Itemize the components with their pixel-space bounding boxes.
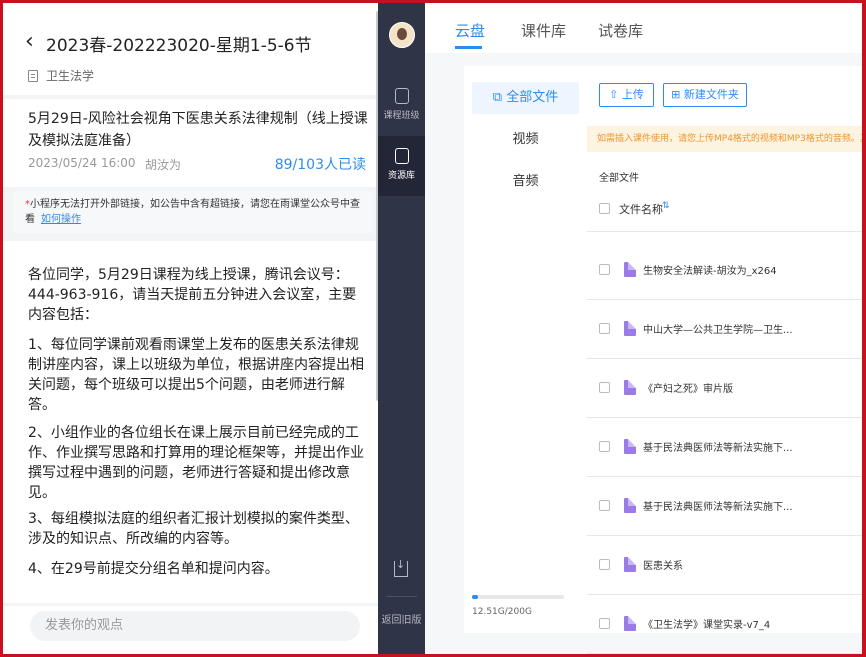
file-icon xyxy=(624,380,636,395)
file-row[interactable]: 中山大学—公共卫生学院—卫生... xyxy=(587,299,862,359)
sort-icon[interactable]: ⇅ xyxy=(662,201,670,211)
nav-item-label: 课程班级 xyxy=(383,111,420,121)
category-video[interactable]: 视频 xyxy=(472,124,579,156)
file-icon xyxy=(624,262,636,277)
select-all-checkbox[interactable] xyxy=(599,203,610,214)
announcement-date: 2023/05/24 16:00 xyxy=(28,156,136,170)
file-list-panel: ⇧ 上传 ⊞ 新建文件夹 如需插入课件使用，请您上传MP4格式的视频和MP3格式… xyxy=(587,66,862,654)
tab-cloud[interactable]: 云盘 xyxy=(455,20,485,41)
file-name[interactable]: 《卫生法学》课堂实录-v7_4 xyxy=(643,616,770,631)
paragraph-intro: 各位同学，5月29日课程为线上授课，腾讯会议号：444-963-916，请当天提… xyxy=(28,267,357,323)
course-label: 卫生法学 xyxy=(28,67,94,84)
tab-bar: 云盘 课件库 试卷库 xyxy=(425,3,862,53)
paragraph-3: 3、每组模拟法庭的组织者汇报计划模拟的案件类型、涉及的知识点、所改编的内容等。 xyxy=(28,511,359,547)
file-name[interactable]: 生物安全法解读-胡汝为_x264 xyxy=(643,262,777,277)
nav-item-label: 资源库 xyxy=(387,171,415,181)
copy-icon: ⧉ xyxy=(492,90,503,105)
cloud-drive-panel: 云盘 课件库 试卷库 ⧉ 全部文件 视频 音频 12.51G/200G ⇧ 上传… xyxy=(425,3,862,654)
row-checkbox[interactable] xyxy=(599,500,610,511)
column-file-name[interactable]: 文件名称 xyxy=(619,201,663,217)
announcement-card: 5月29日-风险社会视角下医患关系法律规制（线上授课及模拟法庭准备） 2023/… xyxy=(3,99,378,187)
download-icon[interactable] xyxy=(394,558,408,577)
announcement-panel: ‹ 2023春-202223020-星期1-5-6节 卫生法学 5月29日-风险… xyxy=(3,3,378,654)
format-banner: 如需插入课件使用，请您上传MP4格式的视频和MP3格式的音频。其它 xyxy=(587,126,862,152)
comment-bar: 发表你的观点 xyxy=(3,606,378,654)
category-audio[interactable]: 音频 xyxy=(472,166,579,198)
folder-plus-icon: ⊞ xyxy=(671,88,681,101)
side-nav: 课程班级 资源库 返回旧版 xyxy=(378,3,425,654)
row-checkbox[interactable] xyxy=(599,559,610,570)
file-row[interactable]: 生物安全法解读-胡汝为_x264 xyxy=(587,240,862,300)
upload-button[interactable]: ⇧ 上传 xyxy=(599,83,654,107)
link-notice: *小程序无法打开外部链接，如公告中含有超链接，请您在雨课堂公众号中查看 如何操作 xyxy=(13,191,373,233)
row-checkbox[interactable] xyxy=(599,264,610,275)
resource-icon xyxy=(394,148,409,164)
tab-papers[interactable]: 试卷库 xyxy=(598,20,643,41)
nav-divider xyxy=(386,596,417,597)
how-to-link[interactable]: 如何操作 xyxy=(41,214,81,225)
storage-text: 12.51G/200G xyxy=(472,607,532,617)
file-name[interactable]: 医患关系 xyxy=(643,557,683,572)
announcement-header: ‹ 2023春-202223020-星期1-5-6节 卫生法学 xyxy=(3,3,378,95)
upload-icon: ⇧ xyxy=(609,88,619,101)
file-icon xyxy=(624,498,636,513)
file-icon xyxy=(624,557,636,572)
file-name[interactable]: 《产妇之死》审片版 xyxy=(643,380,733,395)
old-version-link[interactable]: 返回旧版 xyxy=(378,611,425,626)
file-name[interactable]: 中山大学—公共卫生学院—卫生... xyxy=(643,321,793,336)
avatar[interactable] xyxy=(389,22,415,48)
nav-item-class[interactable]: 课程班级 xyxy=(378,76,425,136)
storage-bar xyxy=(472,595,564,599)
nav-item-resources[interactable]: 资源库 xyxy=(378,136,425,196)
comment-input[interactable]: 发表你的观点 xyxy=(30,611,360,641)
row-checkbox[interactable] xyxy=(599,323,610,334)
tab-courseware[interactable]: 课件库 xyxy=(521,20,566,41)
row-checkbox[interactable] xyxy=(599,441,610,452)
lesson-title: 2023春-202223020-星期1-5-6节 xyxy=(46,36,312,56)
announcement-title: 5月29日-风险社会视角下医患关系法律规制（线上授课及模拟法庭准备） xyxy=(28,111,368,149)
file-row[interactable]: 《卫生法学》课堂实录-v7_4 xyxy=(587,594,862,654)
paragraph-2: 2、小组作业的各位组长在课上展示目前已经完成的工作、作业撰写思路和打算用的理论框… xyxy=(28,425,364,501)
paragraph-1: 1、每位同学课前观看雨课堂上发布的医患关系法律规制讲座内容，课上以班级为单位，根… xyxy=(28,337,364,413)
document-icon xyxy=(28,69,38,82)
paragraph-4: 4、在29号前提交分组名单和提问内容。 xyxy=(28,561,279,577)
file-name[interactable]: 基于民法典医师法等新法实施下... xyxy=(643,439,793,454)
breadcrumb[interactable]: 全部文件 xyxy=(599,169,639,184)
new-folder-button[interactable]: ⊞ 新建文件夹 xyxy=(663,83,747,107)
file-name[interactable]: 基于民法典医师法等新法实施下... xyxy=(643,498,793,513)
file-icon xyxy=(624,321,636,336)
file-row[interactable]: 《产妇之死》审片版 xyxy=(587,358,862,418)
file-row[interactable]: 基于民法典医师法等新法实施下... xyxy=(587,417,862,477)
active-tab-underline xyxy=(455,46,482,49)
back-icon[interactable]: ‹ xyxy=(25,30,34,54)
file-row[interactable]: 基于民法典医师法等新法实施下... xyxy=(587,476,862,536)
announcement-author: 胡汝为 xyxy=(145,158,182,172)
storage-fill xyxy=(472,595,478,599)
announcement-body: 各位同学，5月29日课程为线上授课，腾讯会议号：444-963-916，请当天提… xyxy=(3,241,378,603)
class-icon xyxy=(394,88,409,104)
read-count[interactable]: 89/103人已读 xyxy=(275,154,366,174)
file-category-sidebar: ⧉ 全部文件 视频 音频 12.51G/200G xyxy=(464,66,587,633)
file-list-header: 文件名称 ⇅ xyxy=(587,191,862,232)
row-checkbox[interactable] xyxy=(599,618,610,629)
file-icon xyxy=(624,439,636,454)
file-icon xyxy=(624,616,636,631)
row-checkbox[interactable] xyxy=(599,382,610,393)
course-name: 卫生法学 xyxy=(46,69,95,83)
category-all-files[interactable]: ⧉ 全部文件 xyxy=(472,82,579,114)
file-row[interactable]: 医患关系 xyxy=(587,535,862,595)
